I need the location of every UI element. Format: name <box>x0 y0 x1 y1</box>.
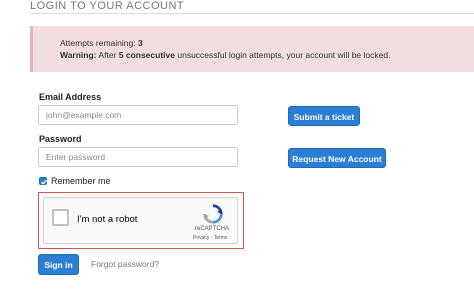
title-divider <box>30 13 474 14</box>
recaptcha-logo-icon <box>203 204 223 224</box>
attempts-label: Attempts remaining: <box>60 38 136 48</box>
recaptcha-brand: reCAPTCHA <box>195 226 230 232</box>
recaptcha-label: I'm not a robot <box>77 214 138 225</box>
login-attempts-alert: Attempts remaining: 3 Warning: After 5 c… <box>30 26 474 72</box>
warning-pre: After <box>98 50 117 60</box>
sign-in-button[interactable]: Sign in <box>38 254 79 275</box>
recaptcha-checkbox[interactable] <box>52 209 69 226</box>
email-label: Email Address <box>39 92 102 102</box>
checkmark-icon <box>41 179 47 185</box>
recaptcha-widget: I'm not a robot reCAPTCHA Privacy - Term… <box>43 197 238 244</box>
attempts-line: Attempts remaining: 3 <box>60 38 143 48</box>
password-label: Password <box>39 134 82 144</box>
remember-checkbox[interactable] <box>39 177 47 185</box>
remember-label: Remember me <box>51 176 111 186</box>
page-title: LOGIN TO YOUR ACCOUNT <box>30 0 185 12</box>
password-field[interactable] <box>38 147 238 167</box>
submit-ticket-button[interactable]: Submit a ticket <box>288 106 360 126</box>
request-account-button[interactable]: Request New Account <box>288 148 386 168</box>
warning-post: unsuccessful login attempts, your accoun… <box>177 50 391 60</box>
warning-label: Warning: <box>60 50 97 60</box>
warning-bold: 5 consecutive <box>118 50 175 60</box>
recaptcha-terms-link[interactable]: Privacy - Terms <box>193 235 227 241</box>
warning-line: Warning: After 5 consecutive unsuccessfu… <box>60 50 390 60</box>
email-field[interactable] <box>38 105 238 125</box>
attempts-value: 3 <box>137 38 143 48</box>
forgot-password-link[interactable]: Forgot password? <box>91 259 159 269</box>
